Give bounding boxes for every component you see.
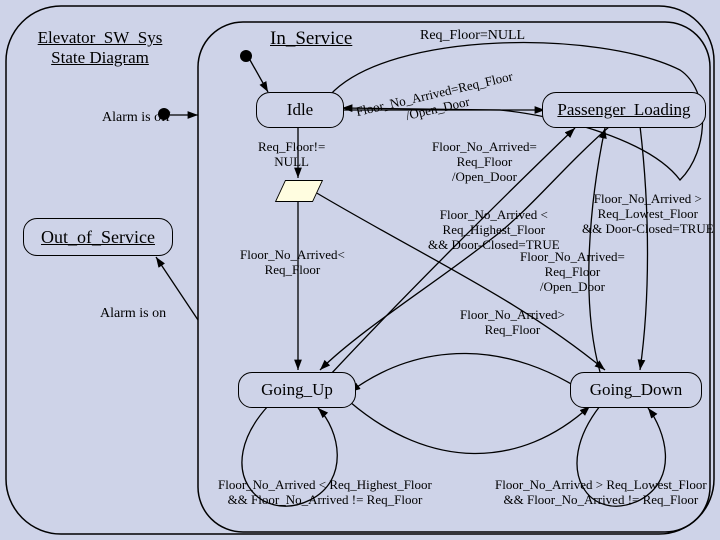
trans-req-not-null: Req_Floor!= NULL xyxy=(258,140,325,170)
trans-arrived-gt: Floor_No_Arrived> Req_Floor xyxy=(460,308,565,338)
state-going-up: Going_Up xyxy=(238,372,356,408)
trans-req-null: Req_Floor=NULL xyxy=(420,28,525,45)
state-going-down: Going_Down xyxy=(570,372,702,408)
trans-arrived-eq-open-c: Floor_No_Arrived= Req_Floor /Open_Door xyxy=(520,250,625,295)
diagram-title: Elevator_SW_Sys State Diagram xyxy=(20,28,180,68)
alarm-off-label: Alarm is off xyxy=(102,110,170,127)
alarm-on-label: Alarm is on xyxy=(100,306,166,323)
state-diagram: Elevator_SW_Sys State Diagram Alarm is o… xyxy=(0,0,720,540)
in-service-label: In_Service xyxy=(270,28,352,51)
state-idle: Idle xyxy=(256,92,344,128)
trans-down-self: Floor_No_Arrived > Req_Lowest_Floor && F… xyxy=(495,478,707,508)
title-line1: Elevator_SW_Sys xyxy=(38,28,163,47)
trans-gt-lowest-closed: Floor_No_Arrived > Req_Lowest_Floor && D… xyxy=(582,192,714,237)
title-line2: State Diagram xyxy=(51,48,149,67)
state-out-of-service: Out_of_Service xyxy=(23,218,173,256)
initial-dot-inner xyxy=(240,50,252,62)
trans-up-self: Floor_No_Arrived < Req_Highest_Floor && … xyxy=(218,478,432,508)
state-passenger-loading: Passenger_Loading xyxy=(542,92,706,128)
trans-arrived-eq-open-b: Floor_No_Arrived= Req_Floor /Open_Door xyxy=(432,140,537,185)
trans-lt-highest-closed: Floor_No_Arrived < Req_Highest_Floor && … xyxy=(428,208,560,253)
trans-arrived-lt: Floor_No_Arrived< Req_Floor xyxy=(240,248,345,278)
